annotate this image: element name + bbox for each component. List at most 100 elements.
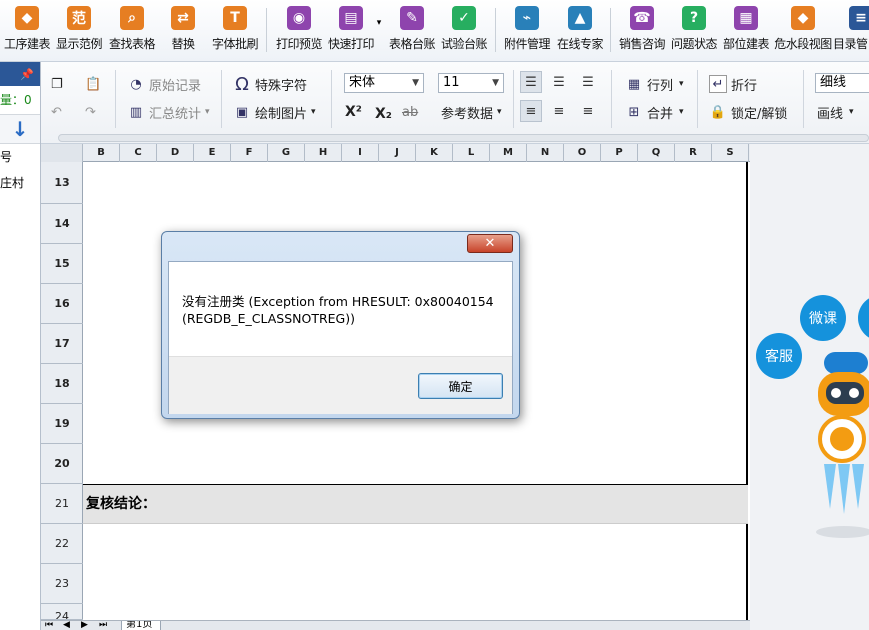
font-name-select[interactable]: 宋体 ▼ — [344, 73, 424, 93]
row-header-cell[interactable]: 24 — [41, 604, 83, 620]
chevron-down-icon: ▼ — [412, 78, 419, 88]
close-icon[interactable]: ✕ — [467, 234, 513, 253]
prev-sheet-icon[interactable]: ◀ — [63, 620, 70, 630]
align-center-icon[interactable]: ≡ — [548, 100, 570, 122]
row-header-cell[interactable]: 15 — [41, 244, 83, 284]
column-header-cell[interactable]: P — [601, 144, 638, 162]
ribbon-find-table-button[interactable]: ⌕ 查找表格 — [107, 3, 157, 59]
clock-icon: ◔ — [130, 76, 142, 92]
align-middle-icon[interactable]: ☰ — [548, 71, 570, 93]
row-header-cell[interactable]: 20 — [41, 444, 83, 484]
column-header-cell[interactable]: O — [564, 144, 601, 162]
last-sheet-icon[interactable]: ⏭ — [99, 620, 107, 630]
column-header-cell[interactable]: C — [120, 144, 157, 162]
column-header-cell[interactable]: Q — [638, 144, 675, 162]
replace-icon: ⇄ — [171, 6, 195, 30]
merge-button[interactable]: ⊞ 合并 ▾ — [625, 100, 684, 124]
column-header-cell[interactable]: D — [157, 144, 194, 162]
column-header-cell[interactable]: I — [342, 144, 379, 162]
row-header-cell[interactable]: 18 — [41, 364, 83, 404]
copy-icon[interactable]: ❐ — [51, 72, 71, 96]
ok-button[interactable]: 确定 — [418, 373, 503, 399]
column-header-cell[interactable]: R — [675, 144, 712, 162]
row-header-cell[interactable]: 23 — [41, 564, 83, 604]
column-header-cell[interactable]: J — [379, 144, 416, 162]
ribbon-table-ledger-button[interactable]: ✎ 表格台账 — [387, 3, 437, 59]
column-header-cell[interactable]: H — [305, 144, 342, 162]
column-header-cell[interactable]: K — [416, 144, 453, 162]
customer-service-bubble[interactable]: 客服 — [756, 333, 802, 379]
align-bottom-icon[interactable]: ☰ — [577, 71, 599, 93]
wrap-icon: ↵ — [709, 75, 727, 93]
column-header-cell[interactable]: E — [194, 144, 231, 162]
column-header-cell[interactable]: M — [490, 144, 527, 162]
ribbon-part-table-button[interactable]: ▦ 部位建表 — [721, 3, 771, 59]
font-size-select[interactable]: 11 ▼ — [438, 73, 504, 93]
ribbon-show-example-button[interactable]: 范 显示范例 — [54, 3, 104, 59]
chevron-down-icon[interactable]: ▾ — [374, 18, 384, 28]
merge-icon: ⊞ — [628, 104, 640, 120]
special-chars-button[interactable]: Ω 特殊字符 — [233, 72, 307, 96]
next-sheet-icon[interactable]: ▶ — [81, 620, 88, 630]
robot-mascot-icon[interactable] — [812, 344, 869, 544]
column-header-cell[interactable]: L — [453, 144, 490, 162]
paste-icon[interactable]: 📋 — [85, 72, 105, 96]
ribbon-issue-status-button[interactable]: ? 问题状态 — [669, 3, 719, 59]
ribbon-quick-print-button[interactable]: ▤ 快速打印 — [326, 3, 376, 59]
layers-icon: ◆ — [15, 6, 39, 30]
ribbon-print-preview-button[interactable]: ◉ 打印预览 — [274, 3, 324, 59]
wrap-button[interactable]: ↵ 折行 — [709, 72, 757, 96]
row-header-cell[interactable]: 22 — [41, 524, 83, 564]
ledger-icon: ✎ — [400, 6, 424, 30]
ribbon-online-expert-button[interactable]: ▲ 在线专家 — [555, 3, 605, 59]
ribbon-sales-consult-button[interactable]: ☎ 销售咨询 — [617, 3, 667, 59]
ribbon-test-ledger-button[interactable]: ✓ 试验台账 — [439, 3, 489, 59]
row-header-cell[interactable]: 21 — [41, 484, 83, 524]
column-header-cell[interactable]: F — [231, 144, 268, 162]
eye-icon: ◉ — [287, 6, 311, 30]
original-record-button[interactable]: ◔ 原始记录 — [127, 72, 201, 96]
toolbar-scrollbar[interactable] — [58, 134, 869, 142]
row-header-cell[interactable]: 13 — [41, 162, 83, 204]
ribbon-water-section-view-button[interactable]: ◆ 危水段视图 — [774, 3, 832, 59]
ribbon-attachment-button[interactable]: ⌁ 附件管理 — [502, 3, 552, 59]
align-right-icon[interactable]: ≡ — [577, 100, 599, 122]
reference-data-button[interactable]: 参考数据 ▾ — [441, 100, 502, 124]
row-col-button[interactable]: ▦ 行列 ▾ — [625, 72, 684, 96]
arrow-down-icon[interactable]: ↓ — [0, 114, 40, 144]
review-conclusion-cell[interactable]: 复核结论： — [83, 484, 748, 524]
draw-line-button[interactable]: 画线 ▾ — [817, 100, 854, 124]
ribbon-replace-button[interactable]: ⇄ 替换 — [168, 3, 198, 59]
align-left-icon[interactable]: ≡ — [520, 100, 542, 122]
row-header-cell[interactable]: 19 — [41, 404, 83, 444]
micro-course-bubble[interactable]: 微课 — [800, 295, 846, 341]
tree-item[interactable]: 庄村 — [0, 170, 40, 196]
column-header-cell[interactable]: N — [527, 144, 564, 162]
row-header-cell[interactable]: 17 — [41, 324, 83, 364]
superscript-button[interactable]: X² — [345, 100, 362, 124]
strikethrough-button[interactable]: ab — [402, 100, 418, 124]
tree-item[interactable]: 号 — [0, 144, 40, 170]
undo-icon[interactable]: ↶ — [51, 100, 71, 124]
draw-picture-button[interactable]: ▣ 绘制图片 ▾ — [233, 100, 316, 124]
sheet-tab-page1[interactable]: 第1页 — [121, 621, 161, 630]
table-icon: ▦ — [627, 76, 641, 92]
summary-stats-button[interactable]: ▥ 汇总统计 ▾ — [127, 100, 210, 124]
pin-icon[interactable]: 📌 — [0, 62, 40, 86]
line-style-select[interactable]: 细线 — [815, 73, 869, 93]
ribbon-font-brush-button[interactable]: T 字体批刷 — [210, 3, 260, 59]
column-header-cell[interactable]: G — [268, 144, 305, 162]
first-sheet-icon[interactable]: ⏮ — [45, 620, 53, 630]
subscript-button[interactable]: X₂ — [375, 102, 392, 126]
row-header-cell[interactable]: 14 — [41, 204, 83, 244]
column-header-cell[interactable]: S — [712, 144, 749, 162]
row-header-cell[interactable]: 16 — [41, 284, 83, 324]
redo-icon[interactable]: ↷ — [85, 100, 105, 124]
column-header-cell[interactable]: B — [83, 144, 120, 162]
align-top-icon[interactable]: ☰ — [520, 71, 542, 93]
ribbon-directory-button[interactable]: ≡ 目录管 — [833, 3, 869, 59]
extra-bubble[interactable] — [858, 295, 869, 341]
lock-unlock-button[interactable]: 🔒 锁定/解锁 — [709, 100, 787, 124]
ribbon-process-table-button[interactable]: ◆ 工序建表 — [3, 3, 51, 59]
select-all-corner[interactable] — [41, 144, 83, 162]
